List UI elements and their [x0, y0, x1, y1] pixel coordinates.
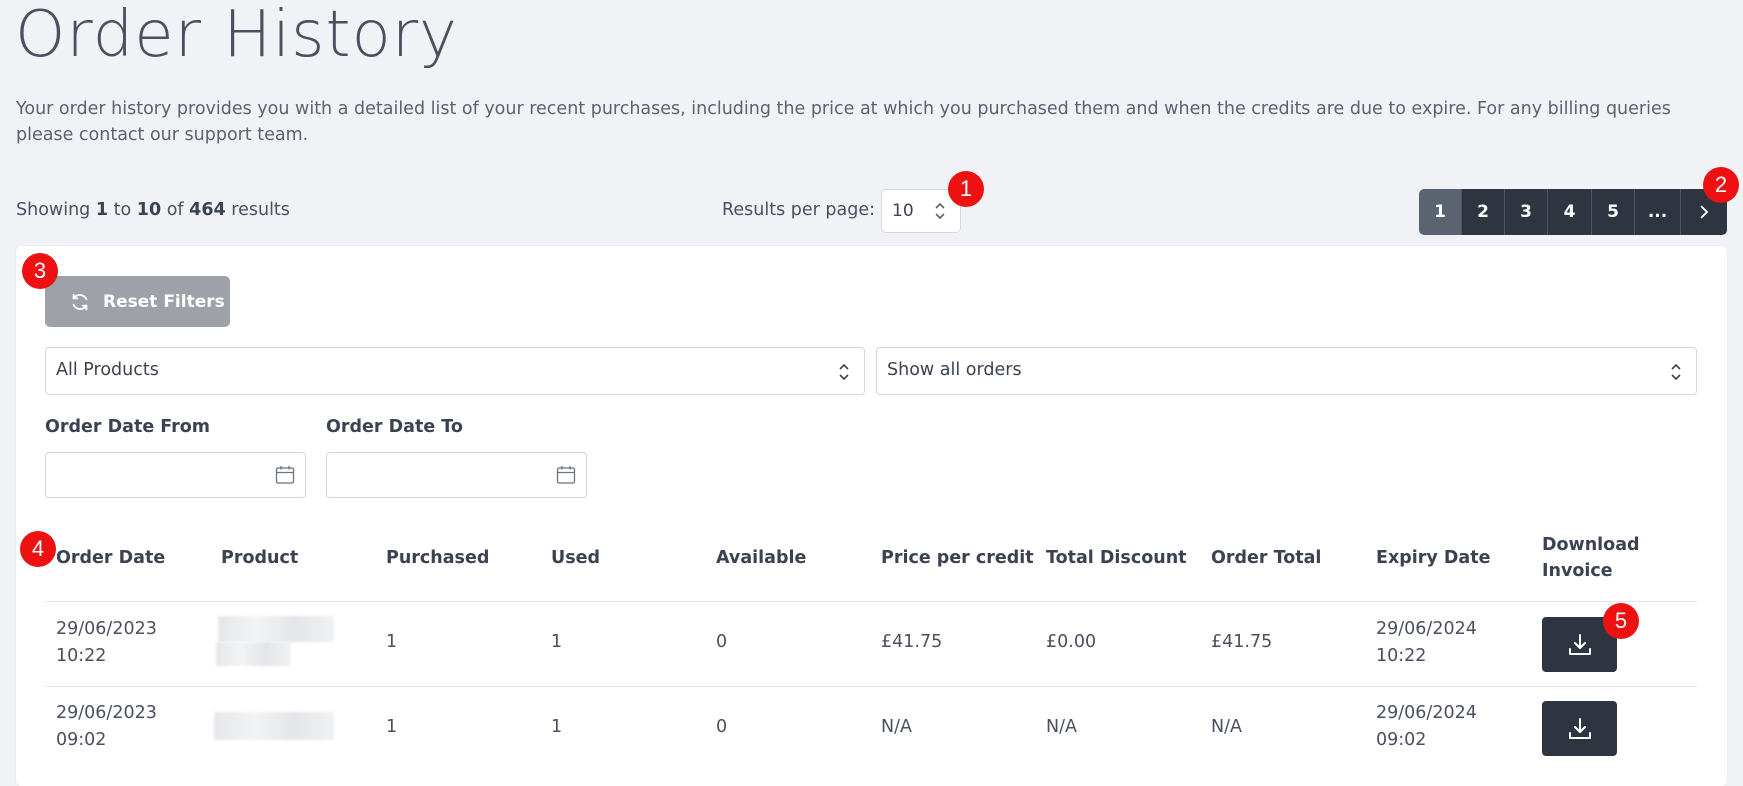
pagination: 1 2 3 4 5 ... — [1419, 189, 1727, 235]
results-per-page-value: 10 — [892, 201, 914, 221]
header-expiry-date[interactable]: Expiry Date — [1376, 545, 1490, 571]
product-filter-select[interactable]: All Products — [45, 347, 865, 395]
expiry-date-value: 29/06/2024 — [1376, 619, 1477, 639]
cell-order-date: 29/06/2023 10:22 — [56, 616, 157, 670]
product-name-redacted — [216, 642, 291, 666]
expiry-time-value: 09:02 — [1376, 730, 1427, 750]
page-4-button[interactable]: 4 — [1548, 189, 1592, 235]
cell-used: 1 — [551, 632, 563, 652]
reset-filters-button[interactable]: Reset Filters — [45, 276, 230, 327]
header-order-total[interactable]: Order Total — [1211, 545, 1321, 571]
cell-expiry-date: 29/06/2024 10:22 — [1376, 616, 1477, 670]
page-2-button[interactable]: 2 — [1462, 189, 1505, 235]
order-status-select[interactable]: Show all orders — [876, 347, 1697, 395]
refresh-icon — [72, 293, 88, 310]
cell-order-total: N/A — [1211, 717, 1242, 737]
date-from-input[interactable] — [45, 452, 306, 498]
reset-filters-label: Reset Filters — [103, 291, 225, 312]
order-date-value: 29/06/2023 — [56, 619, 157, 639]
cell-price-per-credit: N/A — [881, 717, 912, 737]
chevron-right-icon — [1700, 205, 1709, 219]
page-title: Order History — [15, 0, 458, 72]
results-suffix: results — [231, 200, 290, 220]
header-product[interactable]: Product — [221, 545, 298, 571]
results-to-word: to — [113, 200, 132, 220]
cell-expiry-date: 29/06/2024 09:02 — [1376, 700, 1477, 754]
calendar-icon[interactable] — [556, 465, 576, 485]
table-divider — [45, 601, 1697, 602]
cell-available: 0 — [716, 717, 728, 737]
expiry-time-value: 10:22 — [1376, 646, 1427, 666]
header-order-date[interactable]: Order Date — [56, 545, 165, 571]
annotation-marker-1: 1 — [948, 171, 984, 207]
chevron-up-down-icon — [839, 363, 849, 381]
showing-prefix: Showing — [16, 200, 91, 220]
header-price-per-credit[interactable]: Price per credit — [881, 545, 1034, 571]
results-total: 464 — [189, 200, 226, 220]
cell-order-total: £41.75 — [1211, 632, 1273, 652]
order-time-value: 10:22 — [56, 646, 107, 666]
results-per-page-label: Results per page: — [722, 200, 875, 220]
header-download-line2: Invoice — [1542, 561, 1613, 581]
results-to: 10 — [136, 200, 162, 220]
header-download-invoice: Download Invoice — [1542, 532, 1640, 584]
order-time-value: 09:02 — [56, 730, 107, 750]
calendar-icon[interactable] — [275, 465, 295, 485]
header-used[interactable]: Used — [551, 545, 600, 571]
cell-total-discount: £0.00 — [1046, 632, 1097, 652]
date-from-label: Order Date From — [45, 417, 211, 437]
order-status-value: Show all orders — [887, 360, 1022, 380]
product-filter-value: All Products — [56, 360, 159, 380]
page-ellipsis[interactable]: ... — [1635, 189, 1681, 235]
chevron-up-down-icon — [935, 202, 945, 220]
page-5-button[interactable]: 5 — [1592, 189, 1635, 235]
results-from: 1 — [95, 200, 109, 220]
cell-total-discount: N/A — [1046, 717, 1077, 737]
header-total-discount[interactable]: Total Discount — [1046, 545, 1187, 571]
page-intro: Your order history provides you with a d… — [16, 99, 1671, 145]
annotation-marker-2: 2 — [1703, 167, 1739, 203]
header-purchased[interactable]: Purchased — [386, 545, 489, 571]
annotation-marker-4: 4 — [20, 531, 56, 567]
order-date-value: 29/06/2023 — [56, 703, 157, 723]
date-to-label: Order Date To — [326, 417, 463, 437]
cell-order-date: 29/06/2023 09:02 — [56, 700, 157, 754]
cell-purchased: 1 — [386, 632, 398, 652]
product-name-redacted — [214, 712, 334, 740]
table-divider — [45, 686, 1697, 687]
page-1-button[interactable]: 1 — [1419, 189, 1462, 235]
cell-used: 1 — [551, 717, 563, 737]
cell-purchased: 1 — [386, 717, 398, 737]
download-icon — [1568, 633, 1591, 655]
results-of-word: of — [166, 200, 184, 220]
product-name-redacted — [218, 616, 334, 642]
annotation-marker-3: 3 — [22, 253, 58, 289]
download-invoice-button[interactable] — [1542, 701, 1617, 756]
expiry-date-value: 29/06/2024 — [1376, 703, 1477, 723]
download-icon — [1568, 717, 1591, 739]
cell-price-per-credit: £41.75 — [881, 632, 943, 652]
date-to-input[interactable] — [326, 452, 587, 498]
chevron-up-down-icon — [1671, 363, 1681, 381]
header-download-line1: Download — [1542, 535, 1640, 555]
cell-available: 0 — [716, 632, 728, 652]
annotation-marker-5: 5 — [1603, 603, 1639, 639]
results-summary: Showing 1 to 10 of 464 results — [16, 200, 290, 220]
page-3-button[interactable]: 3 — [1505, 189, 1548, 235]
header-available[interactable]: Available — [716, 545, 806, 571]
